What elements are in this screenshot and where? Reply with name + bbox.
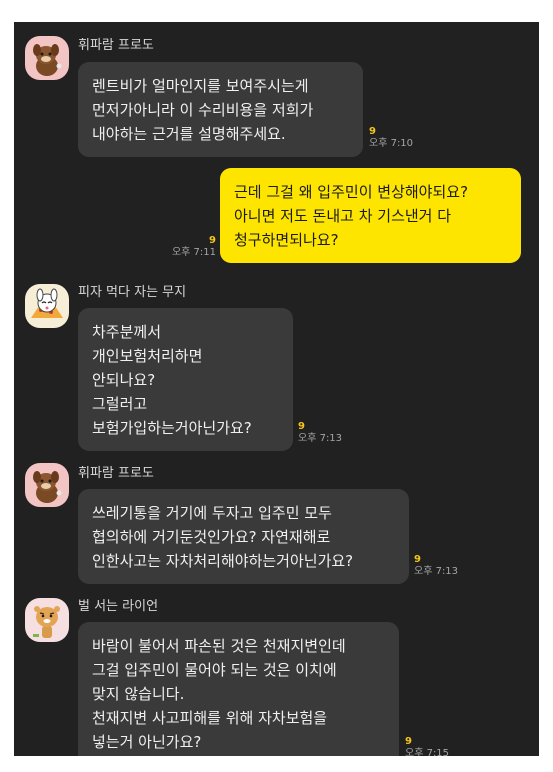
- message-line: 차주분께서: [92, 323, 162, 341]
- unread-count: 9: [405, 736, 412, 747]
- message-meta: 9 오후 7:13: [414, 554, 458, 578]
- message-time: 오후 7:10: [369, 138, 414, 149]
- my-message-bubble[interactable]: 근데 그걸 왜 입주민이 변상해야되요? 아니면 저도 돈내고 차 기스낸거 다…: [220, 168, 521, 263]
- message-line: 안되나요?: [92, 371, 156, 389]
- message-line: 그럴러고: [92, 395, 148, 413]
- message-bubble[interactable]: 렌트비가 얼마인지를 보여주시는게 먼저가아니라 이 수리비용을 저희가 내야하…: [78, 62, 363, 157]
- sender-name: 휘파람 프로도: [78, 466, 154, 481]
- message-line: 아니면 저도 돈내고 차 기스낸거 다: [234, 207, 452, 225]
- message-line: 청구하면되나요?: [234, 231, 339, 249]
- message-line: 쓰레기통을 거기에 두자고 입주민 모두: [92, 504, 332, 522]
- message-line: 근데 그걸 왜 입주민이 변상해야되요?: [234, 183, 469, 201]
- message-line: 넣는거 아닌가요?: [92, 733, 202, 751]
- ryan-avatar-icon[interactable]: [25, 598, 69, 642]
- message-line: 개인보험처리하면: [92, 347, 203, 365]
- message-bubble[interactable]: 차주분께서 개인보험처리하면 안되나요? 그럴러고 보험가입하는거아닌가요?: [78, 308, 293, 451]
- sender-name: 휘파람 프로도: [78, 38, 154, 53]
- message-line: 맞지 않습니다.: [92, 685, 185, 703]
- chat-room[interactable]: 휘파람 프로도 렌트비가 얼마인지를 보여주시는게 먼저가아니라 이 수리비용을…: [14, 22, 539, 756]
- message-meta: 9 오후 7:10: [369, 126, 413, 150]
- frodo-avatar-icon[interactable]: [25, 36, 69, 80]
- message-time: 오후 7:13: [414, 566, 459, 577]
- sender-name: 벌 서는 라이언: [78, 599, 159, 614]
- unread-count: 9: [209, 235, 216, 246]
- unread-count: 9: [414, 554, 421, 565]
- message-bubble[interactable]: 쓰레기통을 거기에 두자고 입주민 모두 협의하에 거기둔것인가요? 자연재해로…: [78, 489, 409, 584]
- message-meta: 9 오후 7:11: [164, 235, 216, 259]
- message-meta: 9 오후 7:15: [405, 736, 449, 756]
- message-meta: 9 오후 7:13: [298, 421, 342, 445]
- message-line: 인한사고는 자차처리해야하는거아닌가요?: [92, 552, 354, 570]
- message-line: 보험가입하는거아닌가요?: [92, 419, 252, 437]
- message-line: 먼저가아니라 이 수리비용을 저희가: [92, 101, 314, 119]
- message-line: 바람이 불어서 파손된 것은 천재지변인데: [92, 637, 346, 655]
- message-bubble[interactable]: 바람이 불어서 파손된 것은 천재지변인데 그걸 입주민이 물어야 되는 것은 …: [78, 622, 399, 756]
- message-line: 내야하는 근거를 설명해주세요.: [92, 125, 286, 143]
- message-time: 오후 7:13: [298, 433, 343, 444]
- muzi-avatar-icon[interactable]: [25, 284, 69, 328]
- message-line: 그걸 입주민이 물어야 되는 것은 이치에: [92, 661, 337, 679]
- unread-count: 9: [369, 126, 376, 137]
- unread-count: 9: [298, 421, 305, 432]
- sender-name: 피자 먹다 자는 무지: [78, 285, 187, 300]
- message-line: 협의하에 거기둔것인가요? 자연재해로: [92, 528, 331, 546]
- message-time: 오후 7:15: [405, 748, 450, 756]
- message-line: 렌트비가 얼마인지를 보여주시는게: [92, 77, 309, 95]
- message-line: 천재지변 사고피해를 위해 자차보험을: [92, 709, 328, 727]
- message-time: 오후 7:11: [171, 247, 216, 258]
- frodo-avatar-icon[interactable]: [25, 463, 69, 507]
